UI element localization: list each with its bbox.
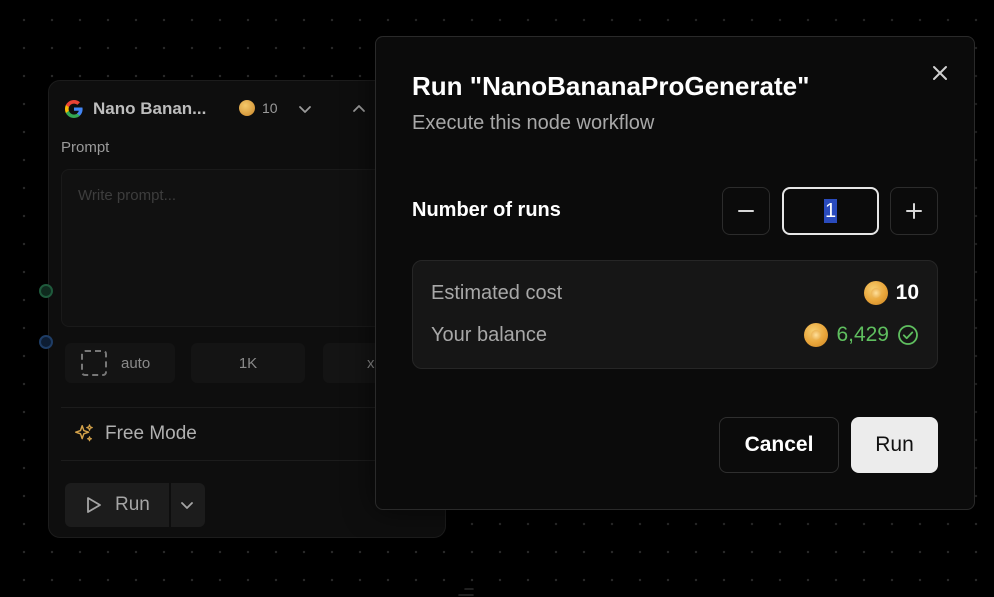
balance-row: Your balance 6,429 (431, 323, 919, 347)
runs-label: Number of runs (412, 199, 561, 221)
balance-value: 6,429 (836, 323, 889, 346)
google-icon (65, 100, 83, 118)
estimated-cost-row: Estimated cost 10 (431, 281, 919, 305)
resolution-label: 1K (238, 354, 258, 372)
node-run-label: Run (115, 494, 150, 515)
resize-handle-icon[interactable] (457, 583, 475, 597)
balance-label: Your balance (431, 323, 548, 346)
aspect-ratio-select[interactable]: auto (65, 343, 175, 383)
estimated-cost-label: Estimated cost (431, 281, 563, 304)
decrement-button[interactable] (722, 187, 770, 235)
node-run-button[interactable]: Run (65, 483, 205, 527)
sparkle-icon (75, 424, 93, 442)
node-title: Nano Banan... (93, 99, 207, 118)
plus-icon (906, 203, 922, 219)
estimated-cost-value: 10 (895, 281, 919, 304)
node-cost-value: 10 (262, 100, 278, 116)
prompt-placeholder: Write prompt... (78, 187, 177, 204)
dialog-subtitle: Execute this node workflow (412, 112, 655, 134)
node-cost: 10 (239, 100, 278, 116)
play-icon (87, 497, 101, 513)
coin-icon (863, 281, 888, 305)
output-handle-blue[interactable] (39, 335, 53, 349)
balance: 6,429 (804, 323, 919, 347)
chevron-down-icon[interactable] (179, 497, 195, 513)
free-mode-label: Free Mode (105, 423, 197, 444)
minus-icon (738, 210, 754, 212)
split-divider (169, 483, 171, 527)
increment-button[interactable] (890, 187, 938, 235)
close-icon[interactable] (930, 63, 950, 83)
coin-icon (804, 323, 829, 347)
resolution-select[interactable]: 1K (191, 343, 305, 383)
run-dialog: Run "NanoBananaProGenerate" Execute this… (375, 36, 975, 510)
dialog-title: Run "NanoBananaProGenerate" (412, 71, 810, 101)
estimated-cost: 10 (863, 281, 919, 305)
count-label: x (367, 354, 375, 372)
cost-summary: Estimated cost 10 Your balance 6,429 (412, 260, 938, 369)
aspect-ratio-label: auto (121, 354, 151, 372)
output-handle-green[interactable] (39, 284, 53, 298)
chevron-up-icon[interactable] (351, 101, 367, 117)
coin-icon (239, 100, 255, 116)
aspect-ratio-icon (81, 350, 107, 376)
chevron-down-icon[interactable] (297, 101, 313, 117)
runs-input[interactable]: 1 (782, 187, 879, 235)
node-header: Nano Banan... (65, 99, 206, 119)
prompt-input[interactable]: Write prompt... (61, 169, 401, 327)
prompt-label: Prompt (61, 139, 110, 156)
runs-value: 1 (823, 199, 838, 223)
check-circle-icon (898, 325, 918, 345)
cancel-button[interactable]: Cancel (719, 417, 839, 473)
free-mode-toggle[interactable]: Free Mode (61, 407, 401, 461)
run-button[interactable]: Run (851, 417, 938, 473)
